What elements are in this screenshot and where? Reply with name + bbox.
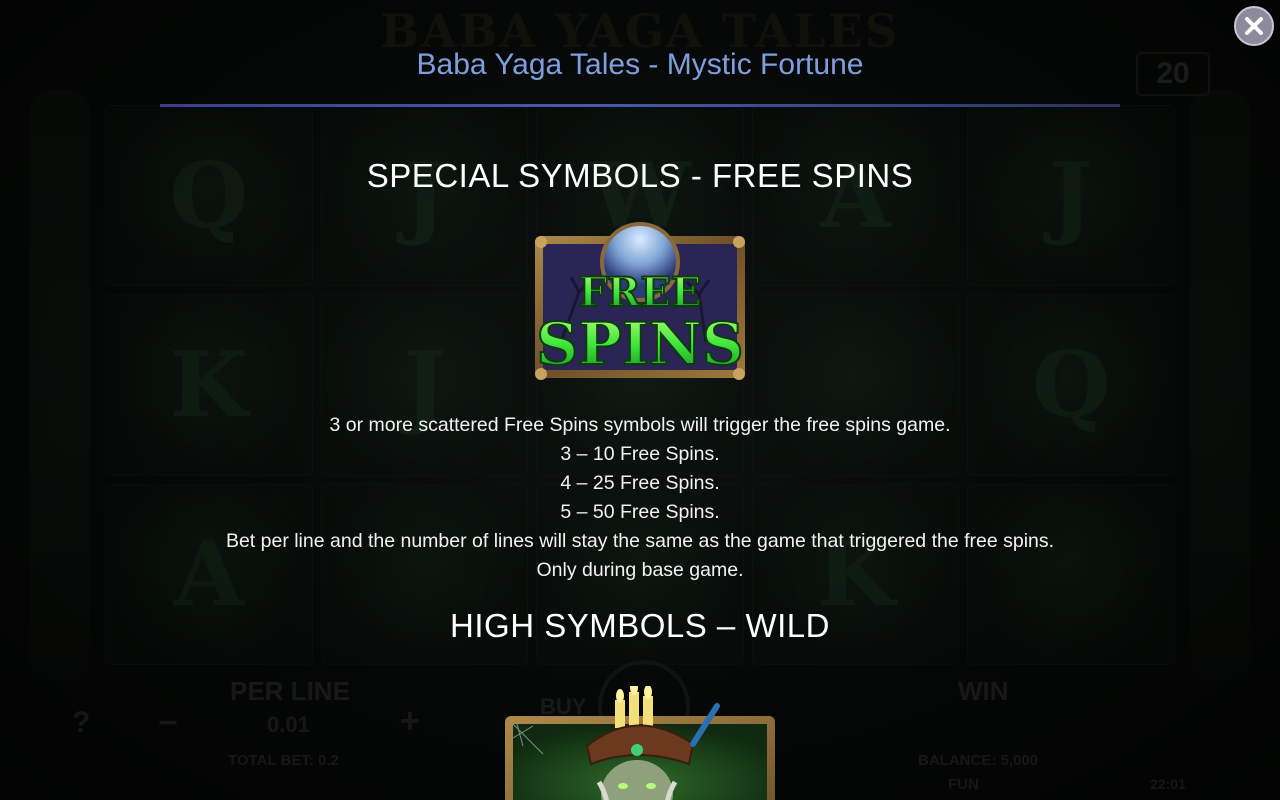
background-reel-cell: A (751, 105, 960, 287)
background-per-line-label: PER LINE (230, 676, 350, 706)
background-balance: BALANCE: 5,000 (918, 752, 1039, 769)
background-per-line-value: 0.01 (267, 712, 310, 737)
background-minus-icon: − (158, 704, 178, 742)
background-fun-label: FUN (948, 776, 979, 793)
background-plus-icon: + (400, 702, 420, 740)
close-button[interactable] (1234, 6, 1274, 46)
background-reel-cell: Q (105, 105, 313, 287)
free-spins-description: 3 or more scattered Free Spins symbols w… (0, 411, 1280, 585)
background-reel-cell: J (967, 105, 1175, 287)
game-info-overlay: BABA YAGA TALES QJWAJKJQAK 20 PER LINE 0… (0, 0, 1280, 800)
background-slot-game: BABA YAGA TALES QJWAJKJQAK 20 PER LINE 0… (0, 0, 1280, 800)
free-spins-line: 5 – 50 Free Spins. (560, 501, 720, 523)
free-spins-symbol-icon: FREE SPINS (531, 222, 749, 382)
free-spins-line: Bet per line and the number of lines wil… (225, 530, 1055, 552)
free-spins-symbol-text-2: SPINS (536, 310, 744, 378)
free-spins-line: 3 or more scattered Free Spins symbols w… (329, 414, 951, 436)
free-spins-heading: SPECIAL SYMBOLS - FREE SPINS (366, 157, 914, 194)
title-divider (160, 104, 1120, 107)
background-reel-cell: J (320, 105, 529, 287)
background-clock: 22:01 (1150, 776, 1186, 792)
free-spins-line: 4 – 25 Free Spins. (560, 472, 720, 494)
background-help-icon: ? (72, 706, 91, 739)
page-title: Baba Yaga Tales - Mystic Fortune (416, 48, 864, 81)
wild-heading: HIGH SYMBOLS – WILD (450, 607, 830, 644)
free-spins-symbol-text-1: FREE (579, 269, 702, 316)
baba-yaga-wild-symbol-icon (503, 686, 777, 800)
close-icon (1245, 17, 1263, 35)
background-total-bet: TOTAL BET: 0.2 (228, 752, 339, 769)
free-spins-line: 3 – 10 Free Spins. (560, 443, 720, 465)
free-spins-line: Only during base game. (536, 559, 744, 581)
background-win-label: WIN (958, 676, 1009, 706)
